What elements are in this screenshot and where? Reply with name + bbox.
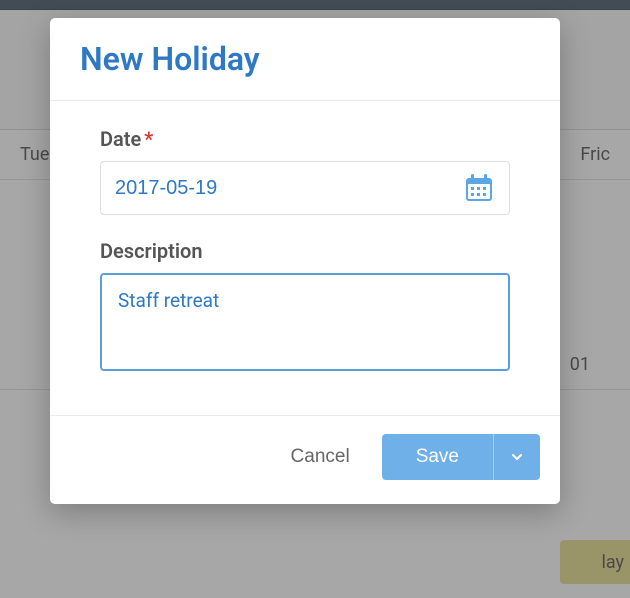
date-input[interactable]: [115, 177, 463, 200]
required-indicator: *: [144, 127, 153, 151]
modal-footer: Cancel Save: [50, 415, 560, 504]
save-dropdown-button[interactable]: [493, 434, 540, 480]
chevron-down-icon: [510, 450, 524, 464]
description-label: Description: [100, 239, 510, 263]
cancel-button[interactable]: Cancel: [285, 436, 356, 478]
date-label-text: Date: [100, 127, 141, 151]
date-field-group: Date*: [100, 127, 510, 215]
description-field-group: Description: [100, 239, 510, 375]
date-label: Date*: [100, 127, 510, 151]
save-button[interactable]: Save: [382, 434, 493, 480]
calendar-icon[interactable]: [463, 172, 495, 204]
date-input-wrap[interactable]: [100, 161, 510, 215]
modal-body: Date*: [50, 101, 560, 415]
modal-header: New Holiday: [50, 18, 560, 101]
save-button-group: Save: [382, 434, 540, 480]
description-input[interactable]: [100, 273, 510, 371]
modal-title: New Holiday: [80, 40, 530, 78]
new-holiday-modal: New Holiday Date*: [50, 18, 560, 504]
